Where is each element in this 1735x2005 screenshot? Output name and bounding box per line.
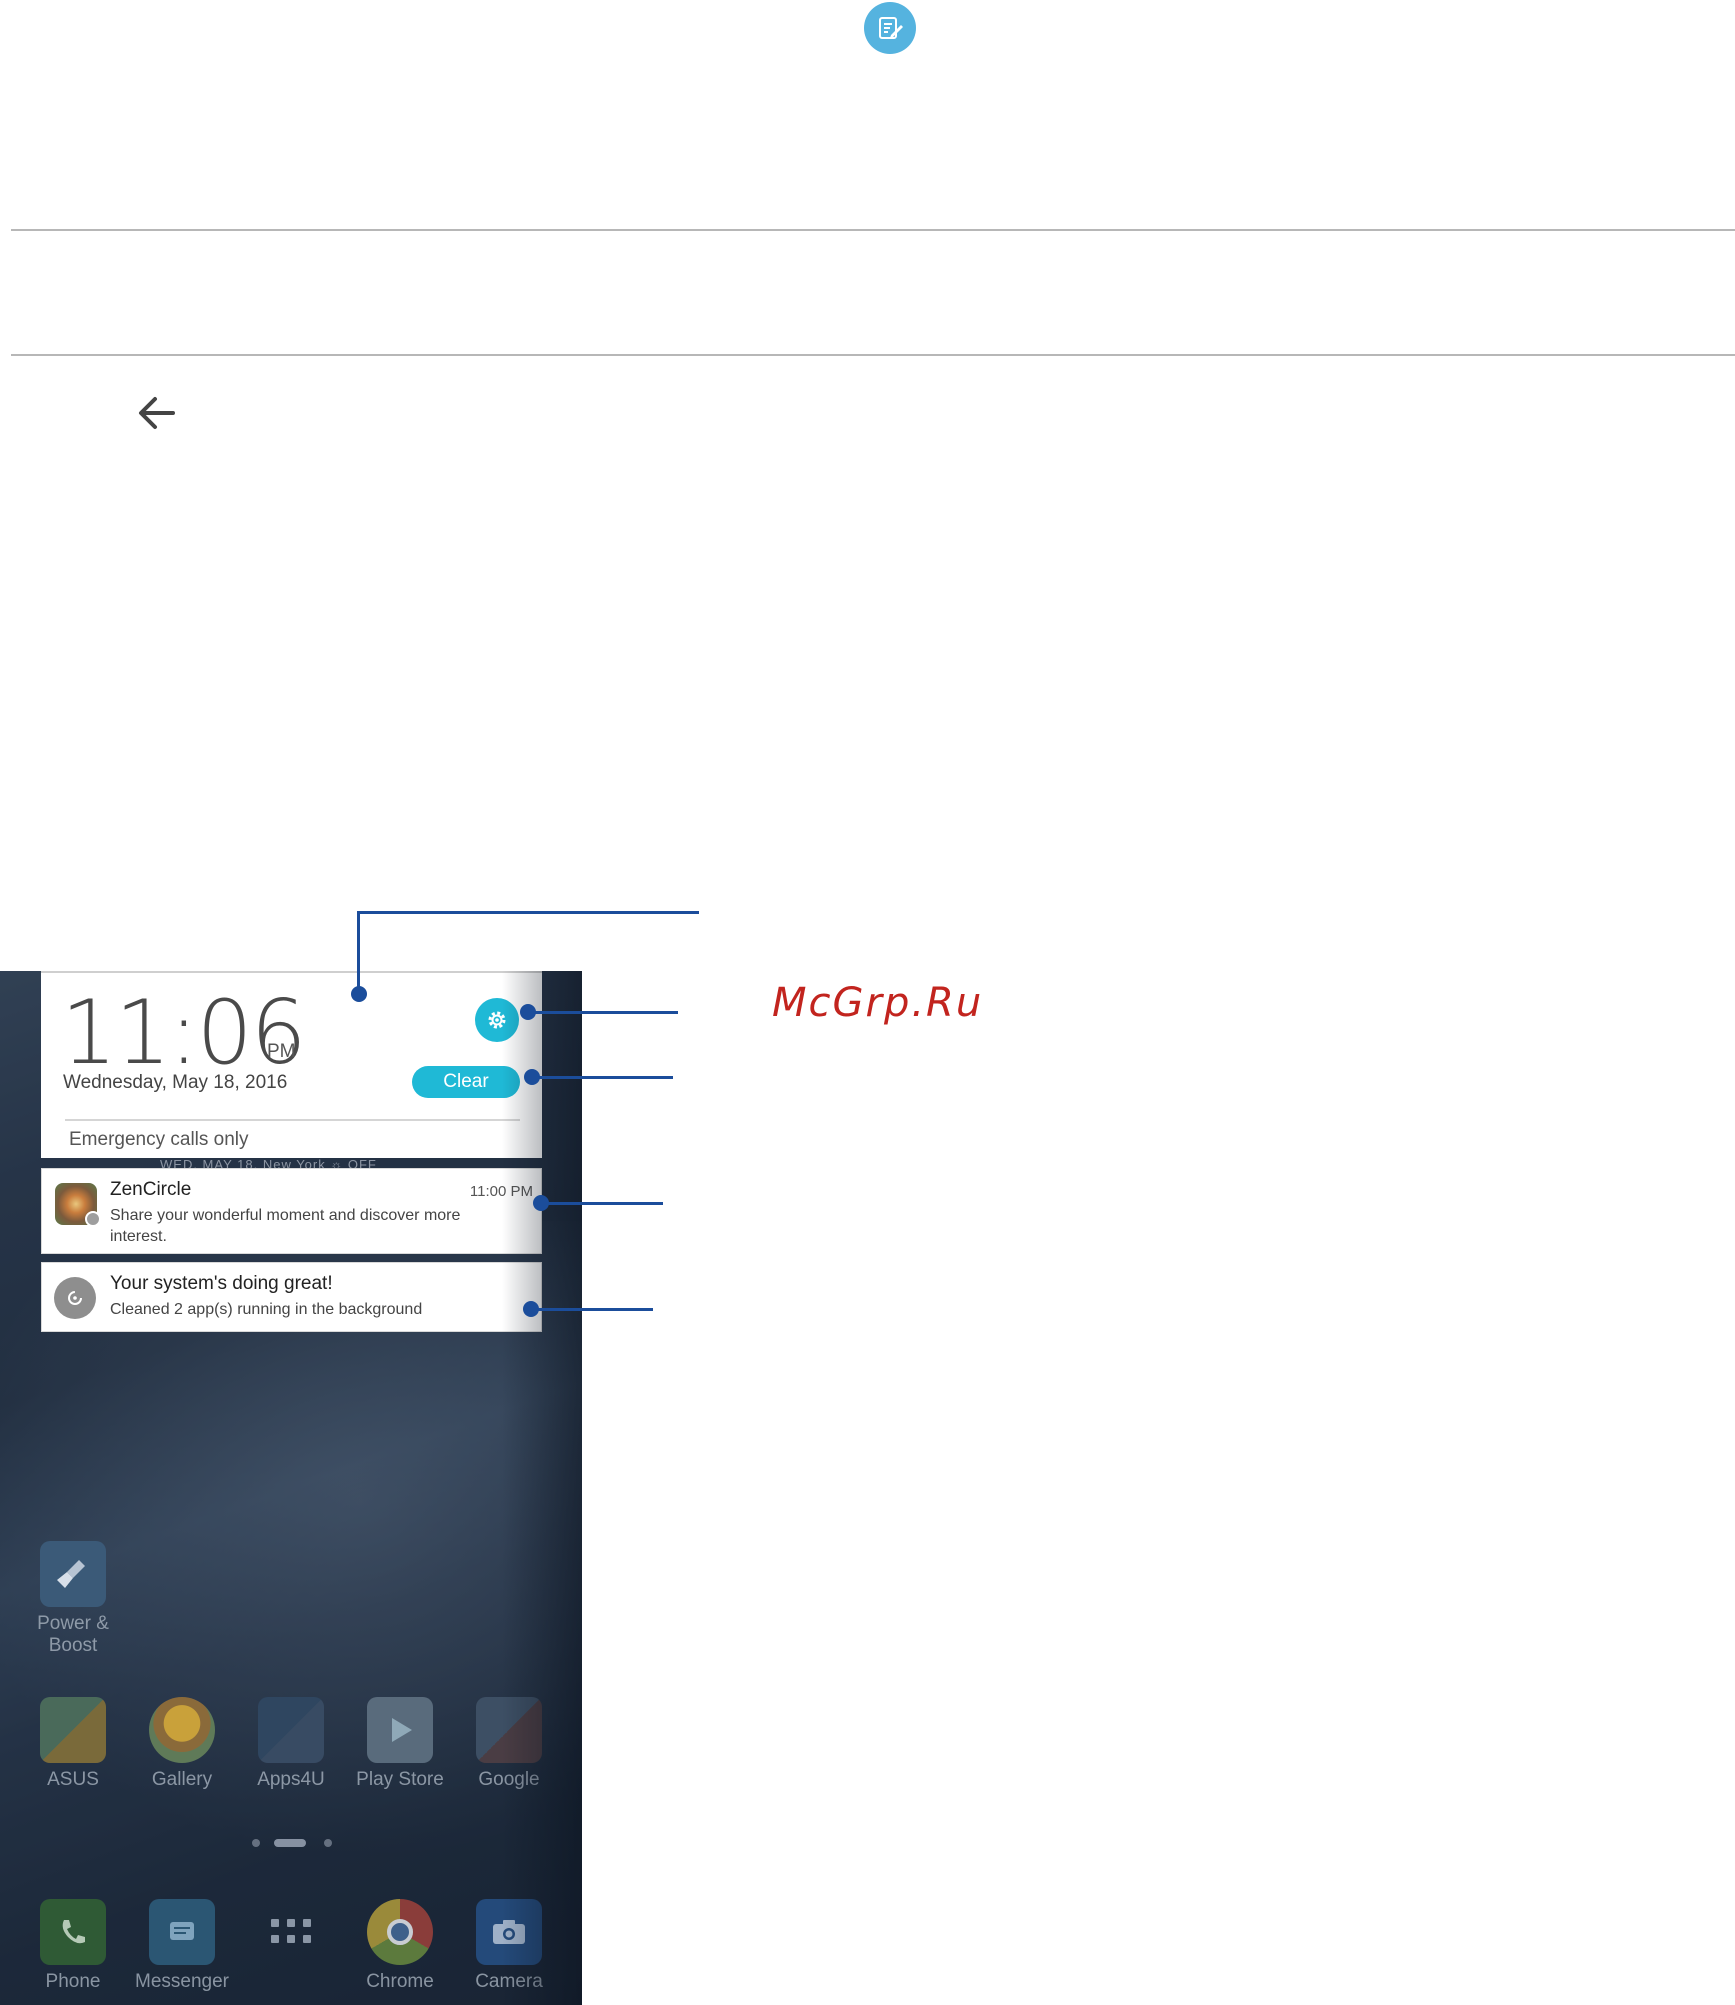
google-folder-icon xyxy=(476,1697,542,1763)
notification-body: Share your wonderful moment and discover… xyxy=(110,1207,461,1245)
callout-dot-2 xyxy=(520,1004,536,1020)
app-chrome[interactable]: Chrome xyxy=(345,1899,455,1993)
phone-icon xyxy=(40,1899,106,1965)
back-arrow-icon xyxy=(135,393,179,433)
apps4u-folder-icon xyxy=(258,1697,324,1763)
app-asus[interactable]: ASUS xyxy=(18,1697,128,1791)
clock-ampm: PM xyxy=(267,1041,296,1062)
callout-line-5 xyxy=(531,1308,653,1311)
notification-body: Cleaned 2 app(s) running in the backgrou… xyxy=(110,1301,423,1318)
phone-screen: WED, MAY 18, New York ☼ OFF 11:06 PM Wed… xyxy=(0,971,582,2005)
callout-dot-5 xyxy=(523,1301,539,1317)
app-label: Phone xyxy=(45,1971,101,1992)
app-gallery[interactable]: Gallery xyxy=(127,1697,237,1791)
watermark: McGrp.Ru xyxy=(772,980,984,1026)
app-camera[interactable]: Camera xyxy=(454,1899,564,1993)
app-label: Messenger xyxy=(135,1971,229,1992)
notification-title: Your system's doing great! xyxy=(110,1273,333,1294)
app-label: Google xyxy=(478,1769,540,1790)
clock-time: 11:06 xyxy=(61,981,307,1084)
callout-line-3 xyxy=(532,1076,673,1079)
app-play-store[interactable]: Play Store xyxy=(345,1697,455,1791)
app-power-boost[interactable]: Power & Boost xyxy=(18,1541,128,1657)
settings-button[interactable] xyxy=(475,998,519,1042)
app-phone[interactable]: Phone xyxy=(18,1899,128,1993)
app-google[interactable]: Google xyxy=(454,1697,564,1791)
play-store-icon xyxy=(367,1697,433,1763)
callout-dot-3 xyxy=(524,1069,540,1085)
chrome-icon xyxy=(367,1899,433,1965)
page-indicator xyxy=(252,1837,332,1847)
app-label: Play Store xyxy=(356,1769,444,1790)
camera-icon xyxy=(476,1899,542,1965)
notification-system[interactable]: Your system's doing great! Cleaned 2 app… xyxy=(41,1262,542,1332)
divider-bottom xyxy=(11,354,1735,356)
balloon-icon xyxy=(149,1697,215,1763)
note-edit-icon xyxy=(864,2,916,54)
app-label-l2: Boost xyxy=(48,1635,98,1656)
date-label: Wednesday, May 18, 2016 xyxy=(63,1072,288,1093)
app-drawer-icon xyxy=(258,1899,324,1965)
divider-top xyxy=(11,229,1735,231)
clear-button[interactable]: Clear xyxy=(412,1066,520,1098)
app-label: ASUS xyxy=(47,1769,99,1790)
app-label: Apps4U xyxy=(257,1769,325,1790)
notification-zencircle[interactable]: ZenCircle 11:00 PM Share your wonderful … xyxy=(41,1168,542,1254)
app-messenger[interactable]: Messenger xyxy=(127,1899,237,1993)
boost-icon xyxy=(54,1277,96,1319)
callout-line-4 xyxy=(541,1202,663,1205)
callout-dot-1 xyxy=(351,986,367,1002)
app-label: Gallery xyxy=(151,1769,213,1790)
callout-line-1-vertical xyxy=(357,911,360,992)
messenger-icon xyxy=(149,1899,215,1965)
app-label: Chrome xyxy=(366,1971,434,1992)
quick-settings-panel: 11:06 PM Wednesday, May 18, 2016 Clear E… xyxy=(41,971,542,1158)
network-status: Emergency calls only xyxy=(69,1129,249,1150)
app-label-l1: Power & xyxy=(37,1613,109,1634)
app-label: Camera xyxy=(475,1971,543,1992)
callout-line-1-horizontal xyxy=(357,911,699,914)
callout-line-2 xyxy=(528,1011,678,1014)
app-apps4u[interactable]: Apps4U xyxy=(236,1697,346,1791)
asus-folder-icon xyxy=(40,1697,106,1763)
shade-divider xyxy=(65,1119,520,1121)
notification-badge-icon xyxy=(85,1211,101,1227)
notification-time: 11:00 PM xyxy=(469,1183,533,1200)
callout-dot-4 xyxy=(533,1195,549,1211)
gear-icon xyxy=(488,1011,506,1029)
notification-title: ZenCircle xyxy=(110,1179,192,1200)
all-apps-button[interactable] xyxy=(236,1899,346,1971)
broom-icon xyxy=(40,1541,106,1607)
